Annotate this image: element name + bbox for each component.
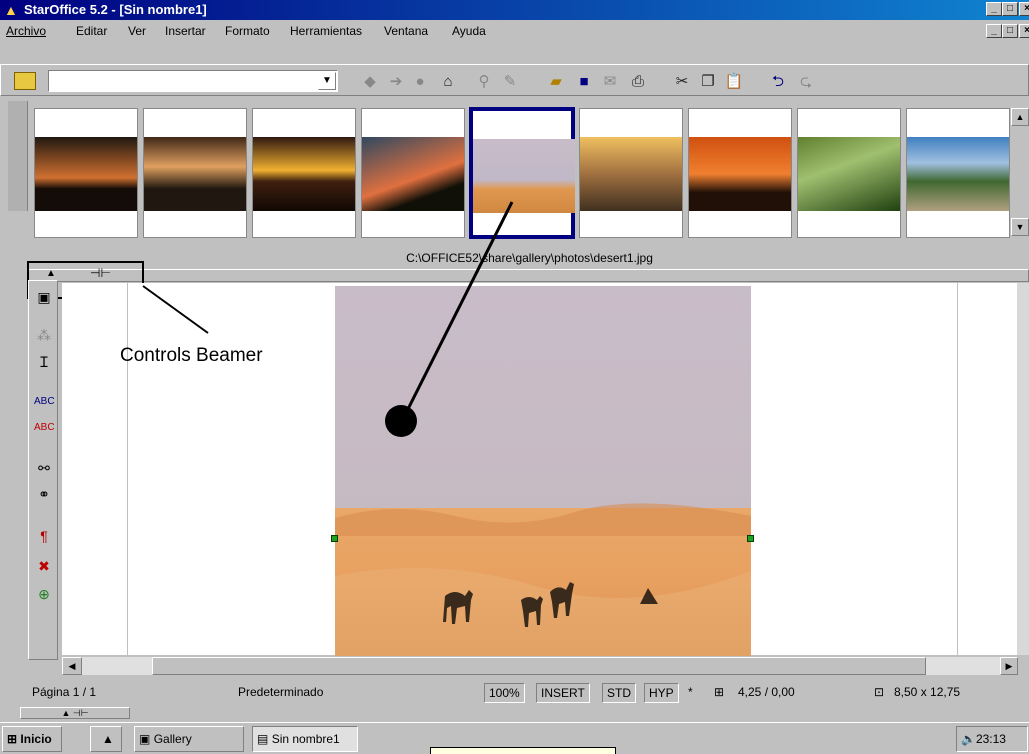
status-std[interactable]: STD bbox=[602, 683, 636, 703]
tooltip-box bbox=[430, 747, 616, 754]
vertical-scrollbar[interactable] bbox=[1017, 283, 1029, 655]
quick-launch-icon[interactable]: ▲ bbox=[90, 726, 122, 752]
annotation-overlay bbox=[142, 201, 514, 437]
horizontal-scrollbar-left[interactable]: ◀ bbox=[62, 657, 82, 675]
bottom-beamer-strip[interactable]: ▲ ⊣⊢ bbox=[20, 707, 130, 719]
status-zoom[interactable]: 100% bbox=[484, 683, 525, 703]
gallery-app-icon: ▣ bbox=[139, 732, 151, 746]
taskbar-gallery-label: Gallery bbox=[153, 732, 192, 746]
start-button[interactable]: ⊞ Inicio bbox=[2, 726, 62, 752]
document-app-icon: ▤ bbox=[257, 732, 269, 746]
annotation-label: Controls Beamer bbox=[120, 345, 263, 366]
status-style[interactable]: Predeterminado bbox=[234, 683, 327, 703]
callout-dot bbox=[385, 405, 417, 437]
status-size-icon: ⊡ bbox=[874, 685, 885, 699]
horizontal-scrollbar-right[interactable]: ▶ bbox=[1000, 657, 1018, 675]
taskbar-document-button[interactable]: ▤ Sin nombre1 bbox=[252, 726, 358, 752]
status-insert[interactable]: INSERT bbox=[536, 683, 590, 703]
taskbar-document-label: Sin nombre1 bbox=[271, 732, 340, 746]
speaker-icon[interactable]: 🔈 bbox=[961, 732, 976, 746]
status-page: Página 1 / 1 bbox=[32, 685, 97, 699]
callout-line-beamer bbox=[142, 285, 209, 334]
status-position-icon: ⊞ bbox=[714, 685, 725, 699]
status-position: 4,25 / 0,00 bbox=[738, 685, 795, 699]
clock[interactable]: 23:13 bbox=[976, 732, 1006, 746]
start-icon: ⊞ bbox=[7, 732, 18, 746]
status-hyp[interactable]: HYP bbox=[644, 683, 679, 703]
status-size: 8,50 x 12,75 bbox=[894, 685, 961, 699]
taskbar: ⊞ Inicio ▲ ▣ Gallery ▤ Sin nombre1 🔈23:1… bbox=[0, 722, 1029, 754]
system-tray: 🔈23:13 bbox=[956, 726, 1028, 752]
taskbar-gallery-button[interactable]: ▣ Gallery bbox=[134, 726, 244, 752]
horizontal-scrollbar-thumb[interactable] bbox=[152, 657, 926, 675]
start-label: Inicio bbox=[20, 732, 52, 746]
callout-line-thumbnail bbox=[400, 201, 514, 422]
status-mark: * bbox=[688, 685, 693, 699]
